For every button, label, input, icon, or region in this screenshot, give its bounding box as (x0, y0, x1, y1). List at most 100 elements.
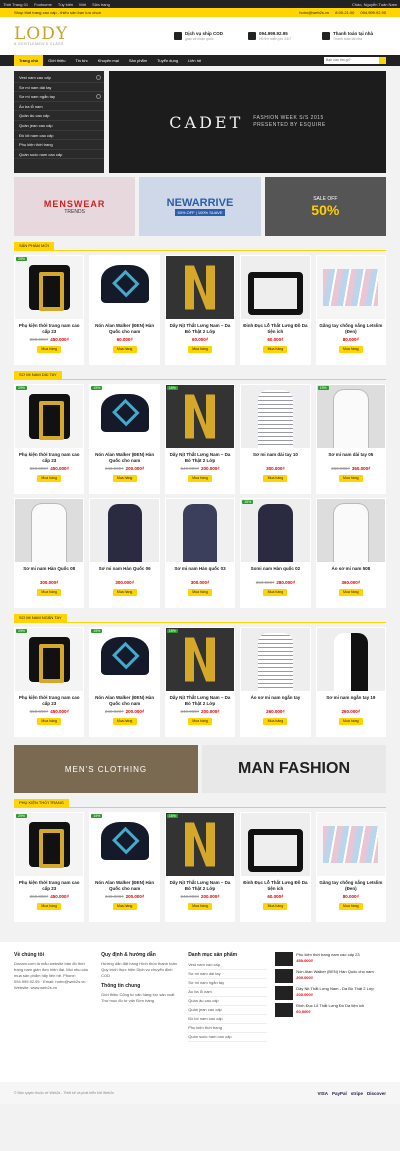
search-input[interactable]: Bạn cần tìm gì? (324, 57, 386, 64)
product-image[interactable] (90, 256, 159, 319)
product-image[interactable]: 15% (90, 628, 159, 691)
product-image[interactable]: 29% (15, 385, 84, 448)
footer-category-link[interactable]: Đồ lót nam cao cấp (188, 1015, 268, 1024)
footer-category-link[interactable]: Áo ba lỗ nam (188, 988, 268, 997)
footer-product-name[interactable]: Nón Alan Walker (ĐEN) Hàn Quốc cho nam (296, 969, 373, 974)
product-image[interactable]: 15% (90, 385, 159, 448)
category-item[interactable]: Vest nam cao cấp (14, 73, 104, 83)
product-card[interactable]: Sơ mi nam dài tay 10 300.000₫ Mua hàng (240, 384, 311, 494)
product-name[interactable]: Nón Alan Walker (ĐEN) Hàn Quốc cho nam (90, 452, 158, 464)
footer-category-link[interactable]: Quần jean cao cấp (188, 1006, 268, 1015)
plus-icon[interactable] (96, 75, 101, 80)
nav-products[interactable]: Sản phẩm (124, 55, 152, 66)
buy-button[interactable]: Mua hàng (338, 589, 363, 596)
category-item[interactable]: Quần âu cao cấp (14, 111, 104, 121)
product-name[interactable]: Phụ kiện thời trang nam cao cấp 23 (15, 695, 83, 707)
product-thumb[interactable] (275, 952, 294, 966)
product-card[interactable]: 15% Somi nam Hàn quốc 02 350.000₫ 280.000… (240, 498, 311, 608)
product-card[interactable]: 15% Dây Nịt Thắt Lưng Nam – Da Bò Thật 2… (164, 812, 236, 922)
buy-button[interactable]: Mua hàng (37, 718, 62, 725)
footer-links[interactable]: Giới thiệu Cổng tư vấn hàng lực sản xuất… (101, 992, 180, 1004)
category-item[interactable]: Quần jean cao cấp (14, 121, 104, 131)
footer-product[interactable]: Dây Nịt Thắt Lưng Nam - Da Bò Thật 2 Lớp… (275, 986, 386, 1000)
product-name[interactable]: Sơ mi nam Hàn Quốc 08 (15, 566, 83, 578)
buy-button[interactable]: Mua hàng (263, 589, 288, 596)
product-name[interactable]: Găng tay chống nắng Letslim (Đen) (317, 323, 385, 335)
buy-button[interactable]: Mua hàng (188, 475, 213, 482)
admin-item[interactable]: Sửa trang (92, 2, 110, 7)
footer-product-name[interactable]: Đinh Đục Lỗ Thắt Lưng Đồ Da tiện ích (296, 1003, 364, 1008)
product-card[interactable]: Sơ mi nam Hàn Quốc 06 300.000₫ Mua hàng (89, 498, 160, 608)
top-phone[interactable]: 094.999.92.95 (360, 10, 386, 15)
product-card[interactable]: Áo sơ mi nam ngắn tay 260.000₫ Mua hàng (240, 627, 311, 737)
product-card[interactable]: Đinh Đục Lỗ Thắt Lưng Đồ Da tiện ích 60.… (240, 812, 311, 922)
product-image[interactable] (241, 385, 310, 448)
product-name[interactable]: Phụ kiện thời trang nam cao cấp 23 (15, 452, 83, 464)
product-image[interactable] (316, 813, 386, 876)
product-card[interactable]: Găng tay chống nắng Letslim (Đen) 80.000… (315, 255, 387, 365)
product-name[interactable]: Sơ mi nam Hàn quốc 03 (166, 566, 234, 578)
product-name[interactable]: Sơ mi nam ngắn tay 19 (317, 695, 385, 707)
product-card[interactable]: 15% Dây Nịt Thắt Lưng Nam – Da Bò Thật 2… (164, 627, 236, 737)
logo[interactable]: LODY A GENTLEMEN'S CLASS (14, 26, 84, 47)
product-card[interactable]: Sơ mi nam Hàn Quốc 08 300.000₫ Mua hàng (14, 498, 85, 608)
product-image[interactable] (15, 499, 84, 562)
product-card[interactable]: Sơ mi nam ngắn tay 19 260.000₫ Mua hàng (315, 627, 387, 737)
product-name[interactable]: Phụ kiện thời trang nam cao cấp 23 (15, 323, 83, 335)
product-thumb[interactable] (275, 969, 294, 983)
buy-button[interactable]: Mua hàng (188, 903, 213, 910)
admin-item[interactable]: Mới (79, 2, 86, 7)
footer-category-link[interactable]: Quần âu cao cấp (188, 997, 268, 1006)
category-item[interactable]: Sơ mi nam ngắn tay (14, 92, 104, 102)
product-name[interactable]: Áo sơ mi nam 508 (317, 566, 385, 578)
product-image[interactable]: 15% (90, 813, 159, 876)
product-name[interactable]: Nón Alan Walker (ĐEN) Hàn Quốc cho nam (90, 695, 158, 707)
buy-button[interactable]: Mua hàng (112, 718, 137, 725)
category-item[interactable]: Phụ kiện thời trang (14, 140, 104, 150)
footer-category-link[interactable]: Sơ mi nam ngắn tay (188, 979, 268, 988)
product-card[interactable]: 15% Sơ mi nam dài tay 05 260.000₫ 360.000… (315, 384, 387, 494)
product-name[interactable]: Dây Nịt Thắt Lưng Nam – Da Bò Thật 2 Lớp (166, 452, 234, 464)
category-item[interactable]: Sơ mi nam dài tay (14, 83, 104, 93)
buy-button[interactable]: Mua hàng (263, 718, 288, 725)
section-title[interactable]: Sản phẩm mới (14, 242, 54, 250)
product-name[interactable]: Áo sơ mi nam ngắn tay (241, 695, 309, 707)
product-name[interactable]: Nón Alan Walker (ĐEN) Hàn Quốc cho nam (90, 880, 158, 892)
footer-category-link[interactable]: Vest nam cao cấp (188, 961, 268, 970)
product-thumb[interactable] (275, 1003, 294, 1017)
nav-about[interactable]: Giới thiệu (43, 55, 70, 66)
product-card[interactable]: Sơ mi nam Hàn quốc 03 300.000₫ Mua hàng (164, 498, 236, 608)
section-title[interactable]: Sơ mi nam ngắn tay (14, 614, 67, 622)
product-name[interactable]: Sơ mi nam dài tay 10 (241, 452, 309, 464)
buy-button[interactable]: Mua hàng (37, 346, 62, 353)
buy-button[interactable]: Mua hàng (338, 346, 363, 353)
product-card[interactable]: 15% Nón Alan Walker (ĐEN) Hàn Quốc cho n… (89, 627, 160, 737)
product-image[interactable] (90, 499, 159, 562)
product-image[interactable] (241, 813, 310, 876)
product-name[interactable]: Sơ mi nam dài tay 05 (317, 452, 385, 464)
nav-jobs[interactable]: Tuyển dụng (152, 55, 183, 66)
banner-sale[interactable]: SALE OFF 50% (264, 177, 386, 236)
hero-slider[interactable]: CADET FASHION WEEK S/S 2015 PRESENTED BY … (109, 71, 386, 173)
footer-product[interactable]: Phụ kiện thời trang nam cao cấp 23 450.00… (275, 952, 386, 966)
buy-button[interactable]: Mua hàng (112, 346, 137, 353)
section-title[interactable]: Sơ mi nam dài tay (14, 371, 62, 379)
product-image[interactable] (165, 256, 235, 319)
product-card[interactable]: 15% Dây Nịt Thắt Lưng Nam – Da Bò Thật 2… (164, 384, 236, 494)
category-item[interactable]: Đồ lót nam cao cấp (14, 131, 104, 141)
product-name[interactable]: Sơ mi nam Hàn Quốc 06 (90, 566, 158, 578)
buy-button[interactable]: Mua hàng (37, 903, 62, 910)
admin-item[interactable]: Tùy biến (58, 2, 73, 7)
product-card[interactable]: Đinh Đục Lỗ Thắt Lưng Đồ Da tiện ích 60.… (240, 255, 311, 365)
product-image[interactable]: 29% (15, 628, 84, 691)
category-item[interactable]: Quần soóc nam cao cấp (14, 150, 104, 160)
product-name[interactable]: Đinh Đục Lỗ Thắt Lưng Đồ Da tiện ích (241, 880, 309, 892)
buy-button[interactable]: Mua hàng (112, 589, 137, 596)
product-card[interactable]: 15% Nón Alan Walker (ĐEN) Hàn Quốc cho n… (89, 384, 160, 494)
section-title[interactable]: Phụ kiện thời trang (14, 799, 69, 807)
buy-button[interactable]: Mua hàng (263, 903, 288, 910)
nav-contact[interactable]: Liên hệ (183, 55, 206, 66)
nav-news[interactable]: Tin tức (70, 55, 92, 66)
product-card[interactable]: 29% Phụ kiện thời trang nam cao cấp 23 3… (14, 255, 85, 365)
product-image[interactable] (316, 256, 386, 319)
